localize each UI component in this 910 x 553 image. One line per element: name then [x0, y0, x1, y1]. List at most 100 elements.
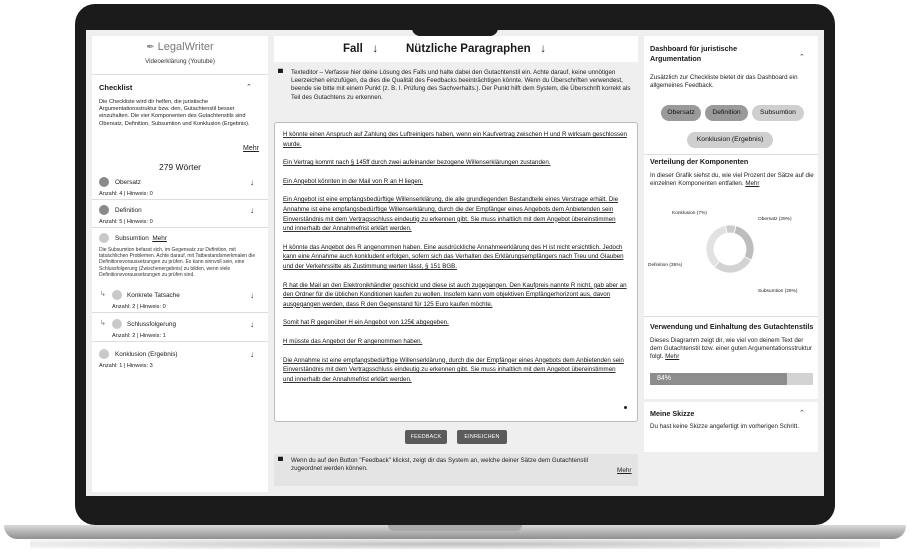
chevron-up-icon[interactable]: ⌃: [799, 53, 805, 61]
editor-paragraph: Die Annahme ist eine empfangsbedürftige …: [283, 356, 624, 383]
usage-description: Dieses Diagramm zeigt dir, wie viel von …: [650, 337, 812, 361]
editor-area: Fall ↓ Nützliche Paragraphen ↓ ▀ Textedi…: [274, 36, 638, 492]
item-label: Konkrete Tatsache: [127, 292, 180, 299]
indent-arrow-icon: ↳: [100, 320, 106, 327]
pill-definition[interactable]: Definition: [705, 105, 748, 121]
item-stats: Anzahl: 2 | Hinweis: 1: [112, 333, 166, 339]
feedback-info-box: ▀ Wenn du auf den Button "Feedback" klic…: [274, 454, 638, 486]
arrow-down-icon[interactable]: ↓: [250, 178, 254, 187]
checklist-title: Checklist: [99, 83, 133, 92]
editor-paragraph: H könnte einen Anspruch auf Zahlung des …: [283, 131, 627, 148]
scroll-indicator[interactable]: [624, 406, 627, 409]
donut-slice-obersatz: [733, 225, 755, 261]
editor-paragraph: H müsste das Angebot der R angenommen ha…: [283, 337, 423, 345]
dashboard-panel: Dashboard für juristische Argumentation …: [644, 36, 818, 492]
checklist-mehr-link[interactable]: Mehr: [243, 145, 259, 152]
laptop-shadow: [30, 539, 880, 549]
comment-icon: ▀: [278, 458, 283, 465]
usage-mehr-link[interactable]: Mehr: [665, 353, 679, 360]
item-label: Konklusion (Ergebnis): [115, 351, 178, 358]
indent-arrow-icon: ↳: [100, 291, 106, 298]
video-link[interactable]: Videoerklärung (Youtube): [92, 58, 268, 65]
editor-paragraph: Ein Angebot ist eine empfangsbedürftige …: [283, 196, 619, 233]
arrow-down-icon: ↓: [540, 43, 546, 55]
pill-obersatz[interactable]: Obersatz: [661, 105, 701, 121]
donut-slice-konklusion: [725, 224, 737, 234]
item-label: Subsumtion Mehr: [115, 235, 167, 242]
divider: [92, 199, 268, 200]
tab-fall[interactable]: Fall ↓: [343, 43, 378, 55]
donut-label-definition: Definition (36%): [648, 263, 683, 268]
status-dot: [112, 290, 122, 300]
component-donut-chart: [705, 224, 755, 274]
divider: [644, 154, 818, 155]
submit-button[interactable]: EINREICHEN: [457, 430, 507, 444]
editor-paragraph: Ein Vertrag kommt nach § 145ff durch zwe…: [283, 159, 551, 167]
editor-paragraph: Somit hat R gegenüber H ein Angebot von …: [283, 319, 449, 327]
item-label: Schlussfolgerung: [127, 321, 177, 328]
divider: [92, 74, 268, 75]
chevron-up-icon[interactable]: ⌃: [799, 409, 805, 417]
editor-paragraph: R hat die Mail an den Elektronikhändler …: [283, 281, 627, 308]
usage-title: Verwendung und Einhaltung des Gutachtens…: [650, 322, 814, 331]
donut-slice-subsumtion: [713, 255, 752, 274]
feather-icon: ✒: [146, 42, 155, 53]
divider: [92, 341, 268, 342]
status-dot: [99, 233, 109, 243]
checklist-sidebar: ✒ LegalWriter Videoerklärung (Youtube) Ch…: [92, 36, 268, 492]
editor-info-text: Texteditor – Verfasse hier deine Lösung …: [291, 69, 631, 101]
arrow-down-icon[interactable]: ↓: [250, 206, 254, 215]
comment-icon: ▀: [278, 70, 283, 77]
sketch-card: Meine Skizze ⌃ Du hast keine Skizze ange…: [644, 402, 818, 452]
usage-progress-label: 84%: [657, 375, 672, 382]
sketch-description: Du hast keine Skizze angefertigt im vorh…: [650, 423, 799, 430]
usage-progress-bar: 84%: [650, 373, 813, 385]
item-label: Definition: [115, 207, 142, 214]
app-screen: ✒ LegalWriter Videoerklärung (Youtube) Ch…: [86, 30, 824, 496]
pill-konklusion[interactable]: Konklusion (Ergebnis): [687, 132, 773, 148]
editor-paragraph: H könnte das Angebot des R angenommen ha…: [283, 243, 624, 270]
item-stats: Anzahl: 1 | Hinweis: 3: [99, 363, 153, 369]
dashboard-description: Zusätzlich zur Checkliste bietet dir das…: [650, 74, 798, 90]
donut-slice-definition: [705, 224, 728, 268]
item-stats: Anzahl: 4 | Hinweis: 0: [99, 191, 153, 197]
feedback-info-text: Wenn du auf den Button "Feedback" klicks…: [291, 457, 588, 473]
editor-content[interactable]: H könnte einen Anspruch auf Zahlung des …: [283, 130, 627, 393]
divider: [644, 316, 818, 317]
tab-bar: Fall ↓ Nützliche Paragraphen ↓: [274, 36, 638, 62]
pill-subsumtion[interactable]: Subsumtion: [752, 105, 804, 121]
arrow-down-icon[interactable]: ↓: [250, 350, 254, 359]
distribution-title: Verteilung der Komponenten: [650, 157, 749, 166]
tab-nuetzliche-paragraphen[interactable]: Nützliche Paragraphen ↓: [406, 43, 546, 55]
status-dot: [99, 177, 109, 187]
arrow-down-icon[interactable]: ↓: [250, 320, 254, 329]
chevron-up-icon[interactable]: ⌃: [246, 83, 252, 91]
status-dot: [112, 319, 122, 329]
checklist-description: Die Checkliste wird dir helfen, die juri…: [99, 99, 250, 127]
item-stats: Anzahl: 5 | Hinweis: 0: [99, 219, 153, 225]
app-logo[interactable]: ✒ LegalWriter: [92, 41, 268, 53]
item-label: Obersatz: [115, 179, 141, 186]
distribution-description: In dieser Grafik siehst du, wie viel Pro…: [650, 172, 814, 188]
divider: [92, 312, 268, 313]
dashboard-card: Dashboard für juristische Argumentation …: [644, 36, 818, 399]
donut-label-subsumtion: Subsumtion (29%): [758, 289, 798, 294]
arrow-down-icon: ↓: [372, 43, 379, 55]
divider: [92, 227, 268, 228]
text-editor[interactable]: H könnte einen Anspruch auf Zahlung des …: [274, 122, 638, 422]
word-count: 279 Wörter: [158, 162, 202, 172]
laptop-base-groove: [388, 525, 522, 531]
feedback-mehr-link[interactable]: Mehr: [617, 467, 632, 474]
arrow-down-icon[interactable]: ↓: [250, 291, 254, 300]
camera-notch: [412, 26, 498, 36]
distribution-mehr-link[interactable]: Mehr: [745, 180, 759, 187]
donut-label-konklusion: Konklusion (7%): [672, 211, 707, 216]
editor-paragraph: Ein Angebot könnten in der Mail von R an…: [283, 177, 423, 185]
subsumtion-mehr-link[interactable]: Mehr: [152, 235, 167, 242]
donut-label-obersatz: Obersatz (29%): [758, 217, 792, 222]
sketch-title: Meine Skizze: [650, 409, 695, 418]
status-dot: [99, 205, 109, 215]
feedback-button[interactable]: FEEDBACK: [405, 430, 447, 444]
item-stats: Anzahl: 2 | Hinweis: 0: [112, 304, 166, 310]
dashboard-title: Dashboard für juristische Argumentation: [650, 44, 738, 63]
